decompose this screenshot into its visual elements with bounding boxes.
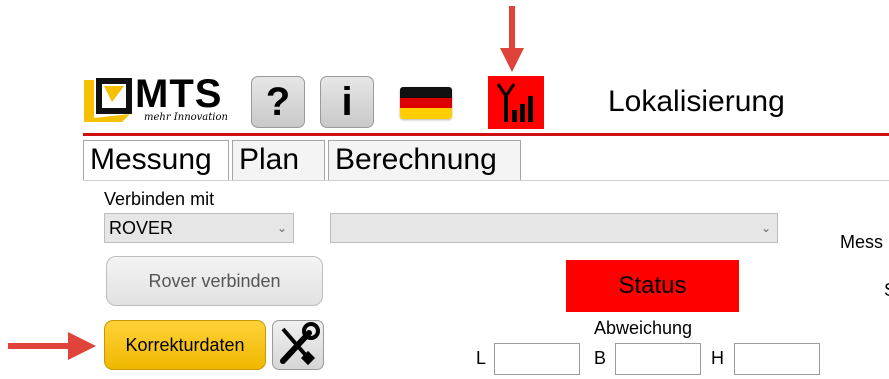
page-title: Lokalisierung <box>608 85 785 118</box>
arrow-right-icon <box>8 332 96 360</box>
correction-data-button[interactable]: Korrekturdaten <box>104 320 266 370</box>
tools-button[interactable] <box>272 320 324 370</box>
deviation-label: Abweichung <box>594 318 693 338</box>
logo-text: MTS <box>135 72 223 116</box>
signal-button[interactable] <box>488 76 544 129</box>
device-select-value: ROVER <box>109 218 174 238</box>
header-divider <box>83 133 889 136</box>
field-label-l: L <box>476 348 487 368</box>
chevron-down-icon: ⌄ <box>276 221 287 235</box>
signal-antenna-icon <box>496 83 533 122</box>
rover-connect-button[interactable]: Rover verbinden <box>106 256 323 306</box>
info-button[interactable]: i <box>320 76 374 128</box>
field-b-input[interactable] <box>615 343 701 375</box>
device-select[interactable]: ROVER ⌄ <box>104 213 294 243</box>
tab-panel-border <box>83 180 889 181</box>
field-l-input[interactable] <box>494 343 580 375</box>
help-button[interactable]: ? <box>251 76 305 128</box>
logo-mark-icon <box>84 78 132 122</box>
tab-berechnung[interactable]: Berechnung <box>328 140 521 180</box>
chevron-down-icon: ⌄ <box>760 221 771 235</box>
field-label-h: H <box>711 348 724 368</box>
connection-select[interactable]: ⌄ <box>330 213 778 243</box>
connect-label: Verbinden mit <box>104 189 215 209</box>
tab-plan[interactable]: Plan <box>232 140 325 180</box>
measurement-label: Mess <box>840 232 884 252</box>
status-indicator: Status <box>566 260 739 312</box>
s-label: S <box>884 280 889 301</box>
field-label-b: B <box>594 348 607 368</box>
tools-icon <box>280 322 320 366</box>
tab-messung[interactable]: Messung <box>83 140 229 180</box>
german-flag-icon[interactable] <box>400 87 452 119</box>
logo-subtitle: mehr Innovation <box>144 112 228 123</box>
field-h-input[interactable] <box>734 343 820 375</box>
arrow-down-icon <box>500 6 524 72</box>
